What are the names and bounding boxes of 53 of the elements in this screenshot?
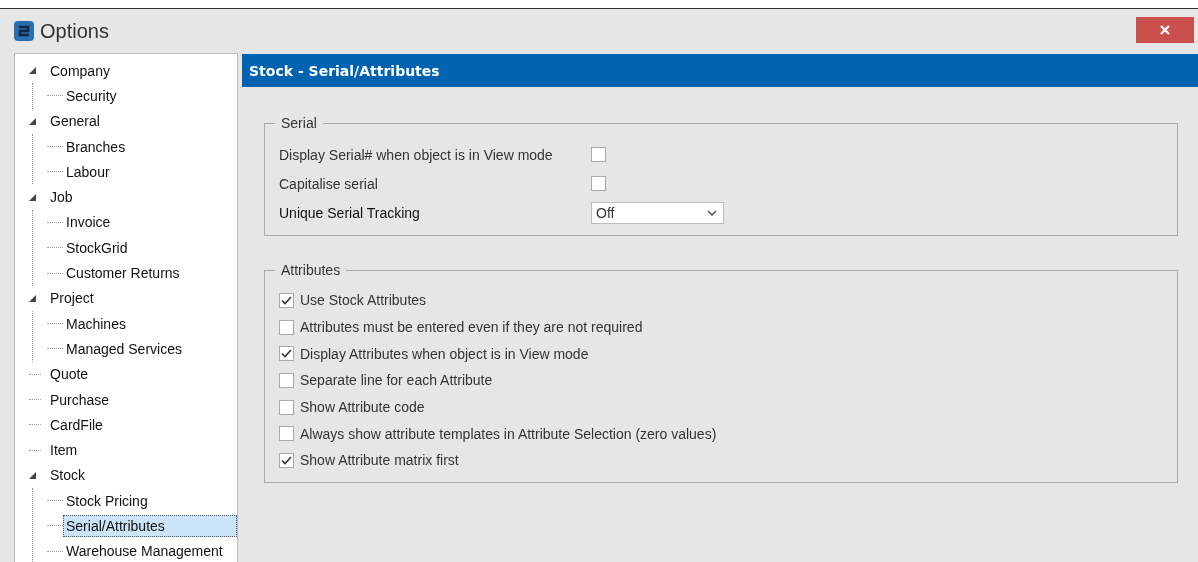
tree-item[interactable]: Security xyxy=(63,84,120,107)
tree-item[interactable]: Customer Returns xyxy=(63,262,183,284)
chevron-down-icon xyxy=(707,209,717,216)
option-label: Separate line for each Attribute xyxy=(300,372,493,389)
option-label: Display Serial# when object is in View mode xyxy=(279,146,554,163)
checkbox[interactable] xyxy=(279,372,294,388)
panel-header: Stock - Serial/Attributes xyxy=(242,54,1198,87)
option-label: Attributes must be entered even if they are not required xyxy=(300,319,643,336)
option-label: Capitalise serial xyxy=(279,175,379,192)
tree-item[interactable]: General xyxy=(47,110,103,133)
dropdown[interactable]: Off xyxy=(591,201,724,224)
checkbox[interactable] xyxy=(279,452,294,468)
tree-item[interactable]: Managed Services xyxy=(63,337,185,360)
checkbox[interactable] xyxy=(279,426,294,442)
option-label: Unique Serial Tracking xyxy=(279,204,421,221)
expander-icon[interactable] xyxy=(29,67,39,75)
expander-icon[interactable] xyxy=(29,193,39,201)
group-title: Serial xyxy=(275,115,323,131)
checkbox[interactable] xyxy=(591,147,606,162)
tree-item[interactable]: Stock xyxy=(47,464,88,487)
tree-item[interactable]: Warehouse Management xyxy=(63,540,226,562)
tree-item[interactable]: Branches xyxy=(63,135,129,158)
group-title: Attributes xyxy=(275,262,347,278)
checkbox[interactable] xyxy=(279,346,294,362)
app-logo-icon xyxy=(14,21,34,41)
tree-item[interactable]: Company xyxy=(47,59,113,82)
checkbox[interactable] xyxy=(279,292,294,308)
option-label: Show Attribute code xyxy=(300,399,425,416)
tree-item[interactable]: Quote xyxy=(47,363,92,386)
tree-item[interactable]: Labour xyxy=(63,160,113,183)
window-title: Options xyxy=(40,19,109,43)
tree-item[interactable]: StockGrid xyxy=(63,236,131,259)
expander-icon[interactable] xyxy=(29,294,39,302)
tree-item[interactable]: Invoice xyxy=(63,211,114,234)
close-button[interactable] xyxy=(1136,17,1194,43)
close-icon xyxy=(1160,25,1170,35)
checkbox[interactable] xyxy=(591,176,606,191)
option-label: Always show attribute templates in Attribute Selection (zero values) xyxy=(300,425,717,442)
option-label: Show Attribute matrix first xyxy=(300,452,459,469)
option-label: Display Attributes when object is in View mode xyxy=(300,345,589,362)
expander-icon[interactable] xyxy=(29,471,39,479)
tree-item[interactable]: Project xyxy=(47,287,97,310)
checkbox[interactable] xyxy=(279,399,294,415)
option-label: Use Stock Attributes xyxy=(300,292,427,309)
checkbox[interactable] xyxy=(279,319,294,335)
tree-item[interactable]: Job xyxy=(47,186,76,209)
expander-icon[interactable] xyxy=(29,117,39,125)
tree-item[interactable]: Stock Pricing xyxy=(63,489,151,512)
tree-item[interactable]: Purchase xyxy=(47,388,113,411)
tree-item[interactable]: CardFile xyxy=(47,413,106,436)
tree-item[interactable]: Serial/Attributes xyxy=(63,515,237,537)
tree-item[interactable]: Machines xyxy=(63,312,129,335)
tree-item[interactable]: Item xyxy=(47,439,81,462)
